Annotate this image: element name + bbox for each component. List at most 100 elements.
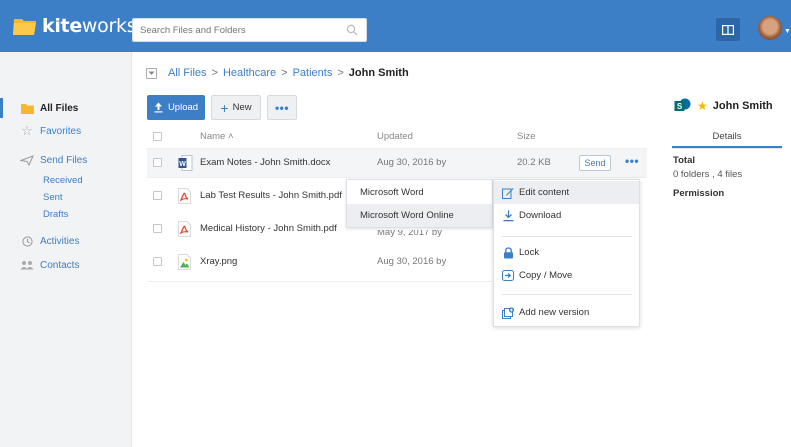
breadcrumb-current: John Smith [348,67,409,79]
plus-icon: + [220,99,229,116]
total-label: Total [673,155,695,166]
sidebar-item-contacts[interactable]: Contacts [0,255,132,275]
search-input[interactable] [133,19,333,41]
menu-item-microsoft-word-online[interactable]: Microsoft Word Online [347,204,492,227]
sidebar-item-sent[interactable]: Sent [43,192,63,203]
sidebar: All Files ☆ Favorites Send Files Receive… [0,52,132,447]
chevron-down-icon[interactable]: ▼ [784,28,791,35]
file-updated: Aug 30, 2016 by [377,157,447,168]
select-all-checkbox[interactable] [153,132,162,141]
breadcrumb-separator: > [211,67,218,79]
file-name[interactable]: Medical History - John Smith.pdf [200,223,337,234]
sharepoint-icon: S [674,98,691,111]
send-button[interactable]: Send [579,155,611,171]
sidebar-item-label: All Files [40,102,79,114]
item-counts: 0 folders , 4 files [673,169,743,180]
table-row[interactable]: Lab Test Results - John Smith.pdf [147,182,346,210]
search-icon[interactable] [346,24,358,36]
row-checkbox[interactable] [153,158,162,167]
row-checkbox[interactable] [153,257,162,266]
menu-item-copy-move[interactable]: Copy / Move [494,264,639,287]
sidebar-item-favorites[interactable]: ☆ Favorites [0,121,132,141]
sidebar-item-all-files[interactable]: All Files [0,98,132,118]
breadcrumb-item-healthcare[interactable]: Healthcare [223,67,276,79]
sidebar-item-activities[interactable]: Activities [0,231,132,251]
sidebar-item-label: Favorites [40,125,82,137]
sidebar-item-received[interactable]: Received [43,175,83,186]
menu-item-add-new-version[interactable]: Add new version [494,301,639,324]
chevron-down-icon[interactable] [146,67,157,79]
breadcrumb-separator: > [337,67,344,79]
edit-icon [501,187,515,199]
sort-ascending-icon: ˄ [227,131,234,142]
file-updated: May 9, 2017 by [377,227,442,238]
details-title: John Smith [712,100,773,112]
folder-icon [20,103,34,114]
upload-icon [154,102,163,113]
breadcrumb-item-all-files[interactable]: All Files [168,67,207,79]
lock-icon [501,246,515,259]
permission-label: Permission [673,188,725,199]
breadcrumb: All Files > Healthcare > Patients > John… [146,66,409,80]
column-header-size[interactable]: Size [517,131,535,142]
column-header-updated[interactable]: Updated [377,131,413,142]
table-row[interactable]: W Exam Notes - John Smith.docx Aug 30, 2… [147,149,647,177]
new-label: New [232,102,252,113]
contacts-icon [20,260,34,270]
column-header-name[interactable]: Name ˄ [200,131,234,142]
favorite-star-icon[interactable]: ★ [697,99,708,113]
edit-with-submenu: Microsoft Word Microsoft Word Online [346,179,493,228]
divider [147,281,493,282]
panel-layout-icon [722,24,734,35]
clock-icon [20,235,34,247]
image-icon [178,254,191,273]
menu-item-label: Add new version [519,307,590,318]
menu-item-label: Copy / Move [519,270,573,281]
search-box [132,18,367,42]
new-button[interactable]: + New [211,95,261,120]
sidebar-item-drafts[interactable]: Drafts [43,209,68,220]
menu-divider [502,236,632,237]
svg-text:S: S [677,102,683,111]
details-panel-header: S ★ John Smith [674,98,773,114]
active-indicator [0,98,3,118]
row-checkbox[interactable] [153,224,162,233]
row-checkbox[interactable] [153,191,162,200]
sidebar-item-label: Activities [40,235,80,247]
menu-item-download[interactable]: Download [494,204,639,227]
sidebar-item-label: Send Files [40,154,88,166]
more-actions-button[interactable]: ••• [267,95,297,120]
table-row[interactable]: Medical History - John Smith.pdf [147,215,346,243]
add-version-icon [501,306,515,319]
star-outline-icon: ☆ [21,123,33,138]
tab-details[interactable]: Details [672,126,782,148]
divider [147,177,647,178]
download-icon [501,210,515,222]
toggle-panel-button[interactable] [716,18,740,41]
menu-item-lock[interactable]: Lock [494,241,639,264]
file-context-menu: Edit content Download Lock Copy / Move A… [493,179,640,327]
menu-item-edit-content[interactable]: Edit content [494,181,639,204]
logo-text: kiteworks [42,15,137,37]
table-row[interactable]: Xray.png Aug 30, 2016 by [147,248,493,276]
pdf-icon [178,188,191,207]
breadcrumb-item-patients[interactable]: Patients [293,67,333,79]
pdf-icon [178,221,191,240]
upload-button[interactable]: Upload [147,95,205,120]
file-name[interactable]: Lab Test Results - John Smith.pdf [200,190,342,201]
kiteworks-logo[interactable]: kiteworks [12,14,137,38]
menu-item-label: Lock [519,247,540,258]
sidebar-item-send-files[interactable]: Send Files [0,150,132,170]
word-doc-icon: W [178,155,193,174]
breadcrumb-separator: > [281,67,288,79]
menu-item-label: Download [519,210,562,221]
menu-item-microsoft-word[interactable]: Microsoft Word [347,181,492,204]
divider [672,148,782,149]
row-more-button[interactable]: ••• [625,155,639,167]
file-name[interactable]: Xray.png [200,256,237,267]
file-name[interactable]: Exam Notes - John Smith.docx [200,157,330,168]
file-size: 20.2 KB [517,157,551,168]
upload-label: Upload [167,102,199,113]
user-avatar[interactable] [758,16,782,40]
menu-divider [502,294,632,295]
